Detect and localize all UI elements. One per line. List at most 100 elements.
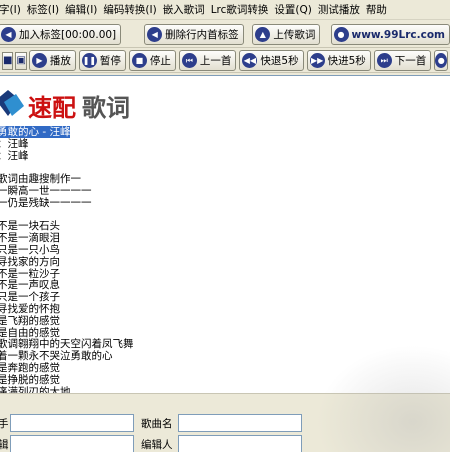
play-label: 播放 xyxy=(49,55,71,67)
menu-item-7[interactable]: 测试播放 xyxy=(313,0,365,19)
lyric-line: ：汪峰 xyxy=(0,137,437,151)
fast-forward-button[interactable]: ▶▶ 快进5秒 xyxy=(306,50,371,71)
pause-label: 暂停 xyxy=(99,55,121,67)
lyric-line-text: 痛满列刃的大地 xyxy=(0,385,71,393)
singer-field[interactable] xyxy=(10,414,134,432)
lyric-line-text: 只是一只小鸟 xyxy=(0,243,60,256)
lyric-line: 着一颗永不哭泣勇敢的心 xyxy=(0,350,437,363)
play-button[interactable]: ▶ 播放 xyxy=(28,50,76,71)
stop-label: 停止 xyxy=(149,55,171,67)
skip-forward-icon: ⏭ xyxy=(376,53,392,68)
globe-icon: ● xyxy=(333,27,349,42)
next-button[interactable]: ⏭ 下一首 xyxy=(373,50,432,71)
play-icon: ▶ xyxy=(31,53,47,68)
extra-button[interactable]: ● xyxy=(434,50,449,71)
editor-person-input[interactable] xyxy=(179,436,301,452)
lyric-line: 只是一只小鸟 xyxy=(0,243,437,257)
menu-item-2[interactable]: 编辑(I) xyxy=(60,0,102,19)
lyric-line: 是奔跑的感觉 xyxy=(0,361,437,375)
pause-icon: ❚❚ xyxy=(81,53,97,68)
editor-person-label: 编辑人 xyxy=(141,439,173,451)
lyric-line: 不是一粒沙子 xyxy=(0,267,437,281)
menu-item-8[interactable]: 帮助 xyxy=(361,0,392,19)
lyric-line-text: 不是一块石头 xyxy=(0,220,60,233)
song-name-field[interactable] xyxy=(178,414,302,432)
song-info-form: 手 歌曲名 辑 编辑人 xyxy=(0,393,450,452)
lyric-line-text: 歌词由趣搜制作一 xyxy=(0,173,81,186)
singer-input[interactable] xyxy=(11,415,133,431)
lyric-line-text: 只是一个孩子 xyxy=(0,291,60,304)
arrow-left-icon: ◀ xyxy=(1,27,16,42)
lyric-line: 是飞翔的感觉 xyxy=(0,314,437,328)
lyrics-text[interactable]: 勇敢的心 - 汪峰 ：汪峰 ：汪峰 歌词由趣搜制作一 一瞬高一世一一一一 一仍是残缺一一一… xyxy=(0,126,437,393)
rewind-icon: ◀◀ xyxy=(242,53,258,68)
lyric-line: 勇敢的心 - 汪峰 xyxy=(0,126,437,139)
lyric-line-text: 不是一粒沙子 xyxy=(0,267,60,280)
lyric-line-text: 寻找爱的怀抱 xyxy=(0,302,60,315)
lyric-line-text: 一仍是残缺一一一一 xyxy=(0,196,92,209)
lyric-line-text: 是奔跑的感觉 xyxy=(0,361,60,374)
fast-forward-icon: ▶▶ xyxy=(309,53,325,68)
next-label: 下一首 xyxy=(394,55,427,67)
lyric-line-text: 是自由的感觉 xyxy=(0,326,60,339)
lyric-line: 只是一个孩子 xyxy=(0,291,437,304)
prev-button[interactable]: ⏮ 上一首 xyxy=(178,50,237,71)
save-as-icon[interactable]: ▣ xyxy=(15,51,27,70)
lyric-line-text: 不是一声叹息 xyxy=(0,279,60,292)
menu-bar: 字(I) 标签(I) 编辑(I) 编码转换(I) 嵌入歌词 Lrc歌词转换 设置(Q) 测试播… xyxy=(0,0,450,20)
upload-lyrics-button[interactable]: ▲ 上传歌词 xyxy=(252,24,321,45)
skip-back-icon: ⏮ xyxy=(181,53,197,68)
remove-tag-button[interactable]: ◀ 删除行内首标签 xyxy=(144,24,244,45)
toolbar-tags: ◀ 加入标签[00:00.00] ◀ 删除行内首标签 ▲ 上传歌词 ● www.… xyxy=(0,22,450,48)
lyric-line xyxy=(0,210,437,222)
editor-label: 辑 xyxy=(0,439,9,451)
add-tag-button[interactable]: ◀ 加入标签[00:00.00] xyxy=(0,24,122,45)
lyric-line-text: 不是一滴眼泪 xyxy=(0,232,60,245)
logo-text: 速配 歌词 xyxy=(28,93,130,122)
menu-item-4[interactable]: 嵌入歌词 xyxy=(158,0,210,19)
lyric-line-text: 寻找家的方向 xyxy=(0,255,60,268)
rewind-button[interactable]: ◀◀ 快退5秒 xyxy=(239,50,304,71)
toolbar-playback: ■ ▣ ▶ 播放 ❚❚ 暂停 ■ 停止 ⏮ 上一首 ◀◀ 快退5秒 ▶▶ 快进5… xyxy=(0,49,450,73)
menu-item-5[interactable]: Lrc歌词转换 xyxy=(206,0,274,19)
singer-label: 手 xyxy=(0,418,9,430)
circle-icon: ● xyxy=(435,53,448,68)
website-button[interactable]: ● www.99Lrc.com xyxy=(330,24,450,45)
song-name-label: 歌曲名 xyxy=(141,418,173,430)
pause-button[interactable]: ❚❚ 暂停 xyxy=(78,50,126,71)
remove-tag-label: 删除行内首标签 xyxy=(165,29,239,41)
menu-item-3[interactable]: 编码转换(I) xyxy=(98,0,161,19)
lyric-line: 寻找家的方向 xyxy=(0,255,437,269)
lyric-line-text: 是挣脱的感觉 xyxy=(0,373,60,386)
prev-label: 上一首 xyxy=(199,55,232,67)
arrow-left-icon: ◀ xyxy=(147,27,163,42)
editor-person-field[interactable] xyxy=(178,435,302,452)
lyric-line-text: 歌调翱翔中的天空闪着凤飞舞 xyxy=(0,338,134,351)
menu-item-1[interactable]: 标签(I) xyxy=(22,0,64,19)
lyric-line-text: 勇敢的心 - 汪峰 xyxy=(0,126,71,138)
arrow-up-icon: ▲ xyxy=(255,27,271,42)
editor-input[interactable] xyxy=(11,436,133,452)
save-icon[interactable]: ■ xyxy=(2,51,14,70)
website-label: www.99Lrc.com xyxy=(351,28,446,41)
lyric-line: 不是一块石头 xyxy=(0,220,437,233)
app-logo: 速配 歌词 xyxy=(0,90,130,122)
add-tag-label: 加入标签[00:00.00] xyxy=(19,29,117,41)
stop-button[interactable]: ■ 停止 xyxy=(128,50,176,71)
lyric-line-text: 着一颗永不哭泣勇敢的心 xyxy=(0,350,113,363)
lyric-line: 一仍是残缺一一一一 xyxy=(0,196,437,210)
lyric-line-text: ：汪峰 xyxy=(0,149,29,162)
menu-item-6[interactable]: 设置(Q) xyxy=(269,0,316,19)
lyric-line: 寻找爱的怀抱 xyxy=(0,302,437,316)
lyric-line-text: 是飞翔的感觉 xyxy=(0,314,60,327)
rewind-label: 快退5秒 xyxy=(260,55,299,67)
lyric-line-text: ：汪峰 xyxy=(0,137,29,150)
lyric-line: 不是一滴眼泪 xyxy=(0,232,437,245)
song-name-input[interactable] xyxy=(179,415,301,431)
fast-forward-label: 快进5秒 xyxy=(327,55,366,67)
lyric-line-text: 一瞬高一世一一一一 xyxy=(0,184,92,197)
editor-field[interactable] xyxy=(10,435,134,452)
stop-icon: ■ xyxy=(131,53,147,68)
lyrics-editor[interactable]: 速配 歌词 勇敢的心 - 汪峰 ：汪峰 ：汪峰 歌词由趣搜制作一 一瞬高一世一一一一 一仍是… xyxy=(0,75,450,393)
lyric-line: 不是一声叹息 xyxy=(0,279,437,292)
